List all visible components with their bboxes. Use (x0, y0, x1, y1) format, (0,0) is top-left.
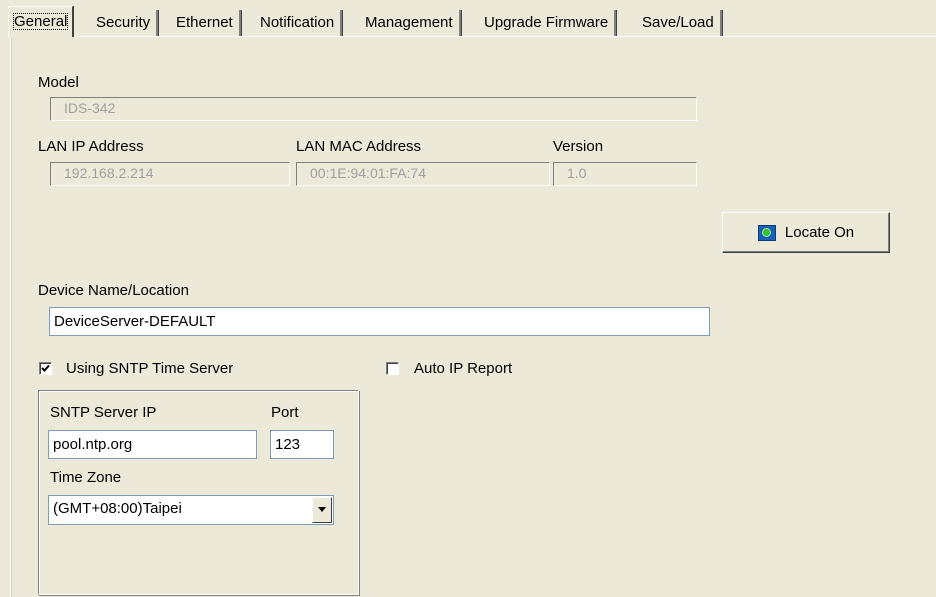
model-field: IDS-342 (50, 97, 697, 121)
device-name-input[interactable] (49, 307, 710, 336)
locate-on-button[interactable]: Locate On (722, 212, 890, 253)
tab-upgrade-firmware[interactable]: Upgrade Firmware (478, 10, 617, 36)
lan-ip-field: 192.168.2.214 (50, 162, 290, 186)
check-mark-icon (41, 364, 50, 372)
sntp-server-label: SNTP Server IP (50, 404, 157, 421)
auto-ip-report-label: Auto IP Report (414, 360, 513, 377)
time-zone-label: Time Zone (50, 469, 122, 486)
lan-ip-label: LAN IP Address (38, 138, 144, 155)
port-label: Port (271, 404, 299, 421)
locate-on-label: Locate On (784, 224, 855, 241)
version-field: 1.0 (553, 162, 697, 186)
version-label: Version (553, 138, 604, 155)
sntp-server-input[interactable] (48, 430, 257, 459)
tab-notification[interactable]: Notification (254, 10, 343, 36)
locate-icon (757, 224, 776, 241)
port-input[interactable] (270, 430, 334, 459)
tab-strip: General Security Ethernet Notification M… (8, 6, 936, 37)
tab-security[interactable]: Security (90, 10, 159, 36)
lan-mac-field: 00:1E:94:01:FA:74 (296, 162, 550, 186)
time-zone-value: (GMT+08:00)Taipei (53, 500, 182, 517)
tab-management[interactable]: Management (359, 10, 461, 36)
sntp-checkbox[interactable] (39, 362, 52, 375)
auto-ip-report-checkbox[interactable] (386, 362, 399, 375)
model-label: Model (38, 74, 79, 91)
tab-general[interactable]: General (8, 6, 74, 37)
tab-ethernet[interactable]: Ethernet (170, 10, 241, 36)
sntp-checkbox-label: Using SNTP Time Server (66, 360, 234, 377)
lan-mac-label: LAN MAC Address (296, 138, 422, 155)
chevron-down-icon[interactable] (312, 497, 332, 523)
time-zone-select[interactable]: (GMT+08:00)Taipei (48, 495, 334, 525)
tab-general-label: General (13, 13, 69, 30)
device-name-label: Device Name/Location (38, 282, 189, 299)
tab-save-load[interactable]: Save/Load (636, 10, 722, 36)
